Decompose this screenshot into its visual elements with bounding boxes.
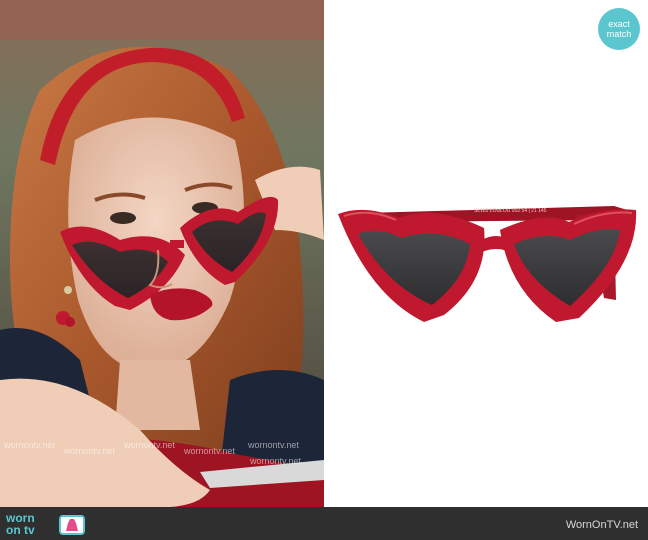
footer-bar: worn on tv WornOnTV.net <box>0 507 648 540</box>
product-image: SL181 LOULOU 002 54 | 21 145 <box>324 0 648 507</box>
watermark-text: wornontv.net <box>124 440 175 450</box>
site-name: WornOnTV.net <box>565 519 638 531</box>
watermark-text: wornontv.net <box>248 440 299 450</box>
temple-inscription: SL181 LOULOU 002 54 | 21 145 <box>474 208 547 214</box>
exact-match-badge: exact match <box>598 8 640 50</box>
badge-line-1: exact <box>608 19 630 29</box>
wornontv-logo[interactable]: worn on tv <box>6 509 96 539</box>
tv-dress-icon <box>58 513 86 535</box>
watermark-text: wornontv.net <box>64 446 115 456</box>
watermark-text: wornontv.net <box>184 446 235 456</box>
logo-line-2: on tv <box>6 523 35 537</box>
watermark-text: wornontv.net <box>250 456 301 466</box>
badge-line-2: match <box>606 29 632 39</box>
character-photo: wornontv.net wornontv.net wornontv.net w… <box>0 0 324 507</box>
watermark-text: wornontv.net <box>4 440 55 450</box>
